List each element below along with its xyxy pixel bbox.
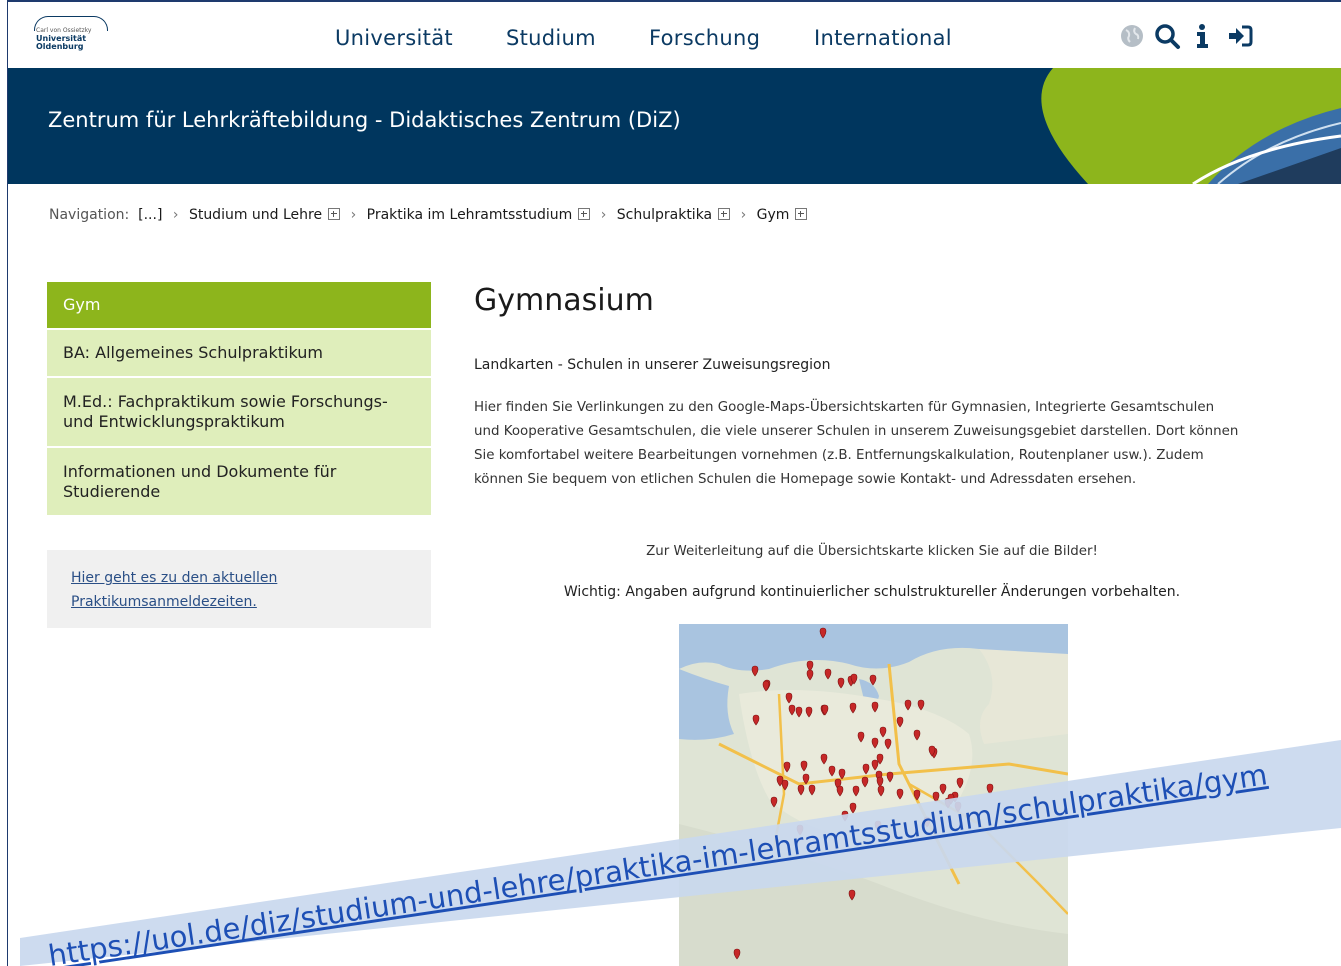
- breadcrumb-ellipsis[interactable]: [...]: [138, 207, 162, 223]
- notice-line-2: Praktikumsanmeldezeiten.: [71, 594, 257, 610]
- globe-icon[interactable]: [1118, 22, 1146, 50]
- important-note: Wichtig: Angaben aufgrund kontinuierlich…: [563, 584, 1181, 600]
- breadcrumb-separator: ›: [172, 207, 179, 223]
- intro-line: und Kooperative Gesamtschulen, die viele…: [474, 424, 1239, 439]
- expand-icon[interactable]: [328, 208, 341, 220]
- intro-paragraph: Hier finden Sie Verlinkungen zu den Goog…: [474, 396, 1274, 492]
- registration-notice-box: Hier geht es zu den aktuellen Praktikums…: [47, 550, 431, 628]
- breadcrumb-gym[interactable]: Gym: [757, 207, 790, 223]
- expand-icon[interactable]: [718, 208, 731, 220]
- notice-line-1: Hier geht es zu den aktuellen: [71, 570, 278, 586]
- sidebar-item-informationen[interactable]: Informationen und Dokumente für Studiere…: [47, 448, 431, 515]
- section-subheading: Landkarten - Schulen in unserer Zuweisun…: [474, 357, 831, 373]
- school-map-image[interactable]: [679, 624, 1068, 966]
- info-icon[interactable]: [1188, 22, 1216, 50]
- nav-item-international[interactable]: International: [814, 26, 952, 50]
- logo-line-1: Carl von Ossietzky: [36, 27, 92, 34]
- breadcrumb-schulpraktika[interactable]: Schulpraktika: [617, 207, 712, 223]
- nav-item-universitaet[interactable]: Universität: [335, 26, 453, 50]
- sidebar-item-label: Informationen und Dokumente für Studiere…: [63, 461, 337, 501]
- expand-icon[interactable]: [795, 208, 808, 220]
- breadcrumb-studium-und-lehre[interactable]: Studium und Lehre: [189, 207, 322, 223]
- registration-times-link[interactable]: Hier geht es zu den aktuellen Praktikums…: [71, 570, 277, 610]
- map-graphic: [679, 624, 1068, 966]
- intro-line: Hier finden Sie Verlinkungen zu den Goog…: [474, 400, 1215, 415]
- breadcrumb-praktika[interactable]: Praktika im Lehramtsstudium: [367, 207, 573, 223]
- breadcrumb-separator: ›: [350, 207, 357, 223]
- intro-line: Sie komfortabel weitere Bearbeitungen vo…: [474, 448, 1204, 463]
- sidebar-item-med-fachpraktikum[interactable]: M.Ed.: Fachpraktikum sowie Forschungs- u…: [47, 378, 431, 446]
- top-navigation: Carl von Ossietzky Universität Oldenburg…: [8, 2, 1341, 68]
- breadcrumb-label: Navigation:: [49, 207, 130, 223]
- redirect-note: Zur Weiterleitung auf die Übersichtskart…: [646, 544, 1098, 559]
- nav-item-studium[interactable]: Studium: [506, 26, 596, 50]
- sidebar-item-gym[interactable]: Gym: [47, 282, 431, 328]
- intro-line: können Sie bequem von etlichen Schulen d…: [474, 472, 1137, 487]
- sidebar-item-label: Gym: [63, 295, 101, 314]
- login-icon[interactable]: [1226, 22, 1254, 50]
- breadcrumb-separator: ›: [740, 207, 747, 223]
- university-logo[interactable]: Carl von Ossietzky Universität Oldenburg: [34, 14, 114, 56]
- sidebar-nav: Gym BA: Allgemeines Schulpraktikum M.Ed.…: [47, 282, 431, 517]
- sidebar-item-ba-schulpraktikum[interactable]: BA: Allgemeines Schulpraktikum: [47, 330, 431, 376]
- breadcrumb: Navigation: [...] › Studium und Lehre › …: [49, 207, 808, 223]
- url-caption-text[interactable]: https://uol.de/diz/studium-und-lehre/pra…: [46, 757, 1269, 966]
- page-title: Gymnasium: [474, 283, 654, 318]
- institute-banner: Zentrum für Lehrkräftebildung - Didaktis…: [8, 68, 1341, 184]
- logo-line-3: Oldenburg: [36, 42, 84, 51]
- sidebar-item-label: M.Ed.: Fachpraktikum sowie Forschungs- u…: [63, 392, 388, 431]
- banner-decoration: [1041, 68, 1341, 184]
- expand-icon[interactable]: [578, 208, 591, 220]
- nav-item-forschung[interactable]: Forschung: [649, 26, 760, 50]
- search-icon[interactable]: [1153, 22, 1181, 50]
- breadcrumb-separator: ›: [600, 207, 607, 223]
- sidebar-item-label: BA: Allgemeines Schulpraktikum: [63, 343, 323, 362]
